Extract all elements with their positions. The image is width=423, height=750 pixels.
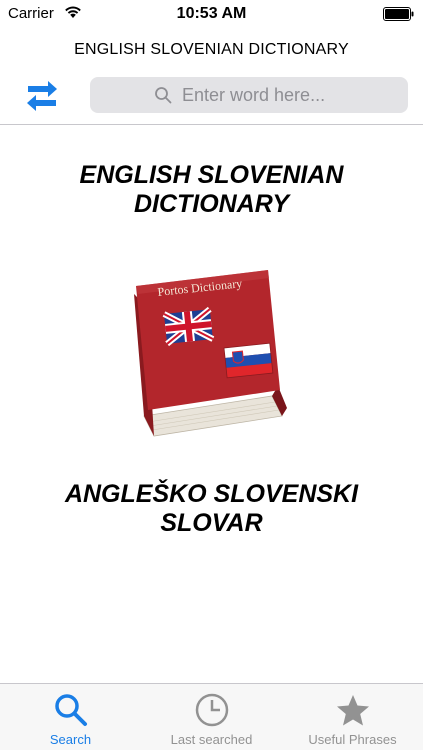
english-heading-line2: DICTIONARY — [133, 190, 290, 218]
search-icon — [155, 87, 172, 104]
swap-arrows-icon — [27, 81, 57, 111]
status-time: 10:53 AM — [176, 5, 247, 22]
nav-title: ENGLISH SLOVENIAN DICTIONARY — [74, 41, 349, 58]
search-field[interactable] — [90, 77, 408, 113]
toolbar-divider — [0, 124, 423, 125]
tab-useful-phrases[interactable]: Useful Phrases — [282, 684, 423, 750]
star-icon — [336, 695, 369, 726]
clock-icon — [195, 693, 228, 727]
english-heading: ENGLISH SLOVENIAN DICTIONARY — [0, 161, 423, 219]
english-heading-line1: ENGLISH SLOVENIAN — [79, 161, 344, 189]
tab-last-searched[interactable]: Last searched — [141, 684, 282, 750]
tab-search[interactable]: Search — [0, 684, 141, 750]
slovenian-heading-line1: ANGLEŠKO SLOVENSKI — [64, 480, 359, 508]
uk-flag-icon — [162, 306, 215, 347]
tab-last-searched-label: Last searched — [170, 732, 253, 747]
slovenia-flag-icon — [223, 342, 274, 379]
search-input[interactable] — [180, 83, 344, 107]
search-icon — [54, 694, 87, 726]
tab-bar: Search Last searched Useful Phrases — [0, 683, 423, 750]
slovenian-heading-line2: SLOVAR — [160, 509, 263, 537]
battery-icon — [383, 7, 414, 21]
toolbar — [0, 70, 423, 125]
status-bar: Carrier 10:53 AM — [0, 0, 423, 28]
tab-search-label: Search — [49, 732, 92, 747]
swap-language-button[interactable] — [24, 78, 60, 114]
tab-useful-phrases-label: Useful Phrases — [308, 732, 397, 747]
dictionary-book-image: Portos Dictionary — [134, 270, 287, 437]
slovenian-heading: ANGLEŠKO SLOVENSKI SLOVAR — [0, 480, 423, 538]
